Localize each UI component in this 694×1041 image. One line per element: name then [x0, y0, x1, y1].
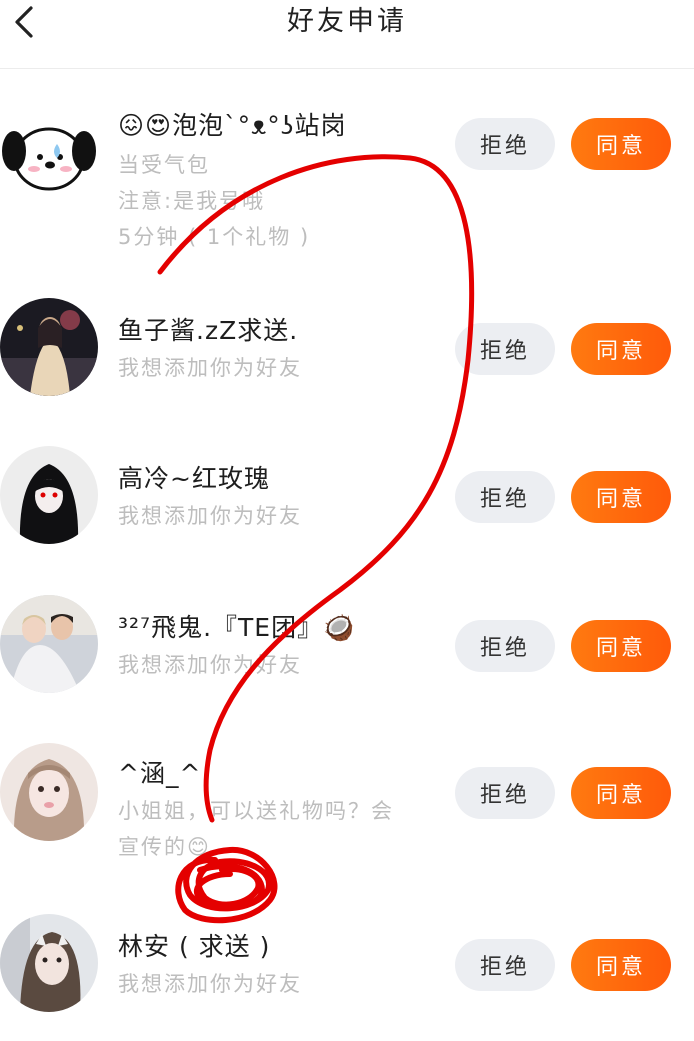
top-bar: 好友申请	[0, 0, 694, 69]
request-message: 我想添加你为好友	[118, 504, 302, 528]
request-message: 5分钟 ( 1个礼物 )	[118, 225, 311, 249]
avatar[interactable]	[0, 914, 98, 1012]
page-title: 好友申请	[287, 6, 407, 37]
accept-button[interactable]: 同意	[571, 471, 671, 523]
request-message: 注意:是我号哦	[118, 189, 266, 213]
reject-button[interactable]: 拒绝	[455, 323, 555, 375]
request-row: 鱼子酱.zZ求送. 我想添加你为好友 拒绝 同意	[0, 298, 694, 408]
request-name: ³²⁷飛鬼.『TE团』🥥	[118, 613, 356, 642]
request-message: 我想添加你为好友	[118, 653, 302, 677]
avatar[interactable]	[0, 595, 98, 693]
request-name: ^涵_^	[118, 759, 202, 788]
request-row: ³²⁷飛鬼.『TE团』🥥 我想添加你为好友 拒绝 同意	[0, 595, 694, 705]
request-message: 当受气包	[118, 153, 210, 177]
request-name: 😖😍泡泡ˋ°ᴥ°ʖ站岗	[118, 111, 347, 140]
request-message: 我想添加你为好友	[118, 972, 302, 996]
accept-button[interactable]: 同意	[571, 118, 671, 170]
accept-button[interactable]: 同意	[571, 323, 671, 375]
accept-button[interactable]: 同意	[571, 620, 671, 672]
accept-button[interactable]: 同意	[571, 939, 671, 991]
avatar[interactable]	[0, 109, 98, 207]
request-row: 林安 ( 求送 ) 我想添加你为好友 拒绝 同意	[0, 914, 694, 1024]
request-message: 小姐姐，可以送礼物吗？会	[118, 799, 394, 823]
request-row: 高冷~红玫瑰 我想添加你为好友 拒绝 同意	[0, 446, 694, 556]
avatar[interactable]	[0, 743, 98, 841]
request-name: 高冷~红玫瑰	[118, 464, 270, 493]
avatar[interactable]	[0, 298, 98, 396]
request-name: 林安 ( 求送 )	[118, 932, 271, 961]
request-name: 鱼子酱.zZ求送.	[118, 316, 299, 345]
reject-button[interactable]: 拒绝	[455, 118, 555, 170]
request-message: 宣传的😊	[118, 835, 211, 859]
avatar[interactable]	[0, 446, 98, 544]
accept-button[interactable]: 同意	[571, 767, 671, 819]
reject-button[interactable]: 拒绝	[455, 767, 555, 819]
request-row: 😖😍泡泡ˋ°ᴥ°ʖ站岗 当受气包 注意:是我号哦 5分钟 ( 1个礼物 ) 拒绝…	[0, 109, 694, 309]
request-row: ^涵_^ 小姐姐，可以送礼物吗？会 宣传的😊 拒绝 同意	[0, 743, 694, 873]
reject-button[interactable]: 拒绝	[455, 620, 555, 672]
request-message: 我想添加你为好友	[118, 356, 302, 380]
reject-button[interactable]: 拒绝	[455, 939, 555, 991]
reject-button[interactable]: 拒绝	[455, 471, 555, 523]
